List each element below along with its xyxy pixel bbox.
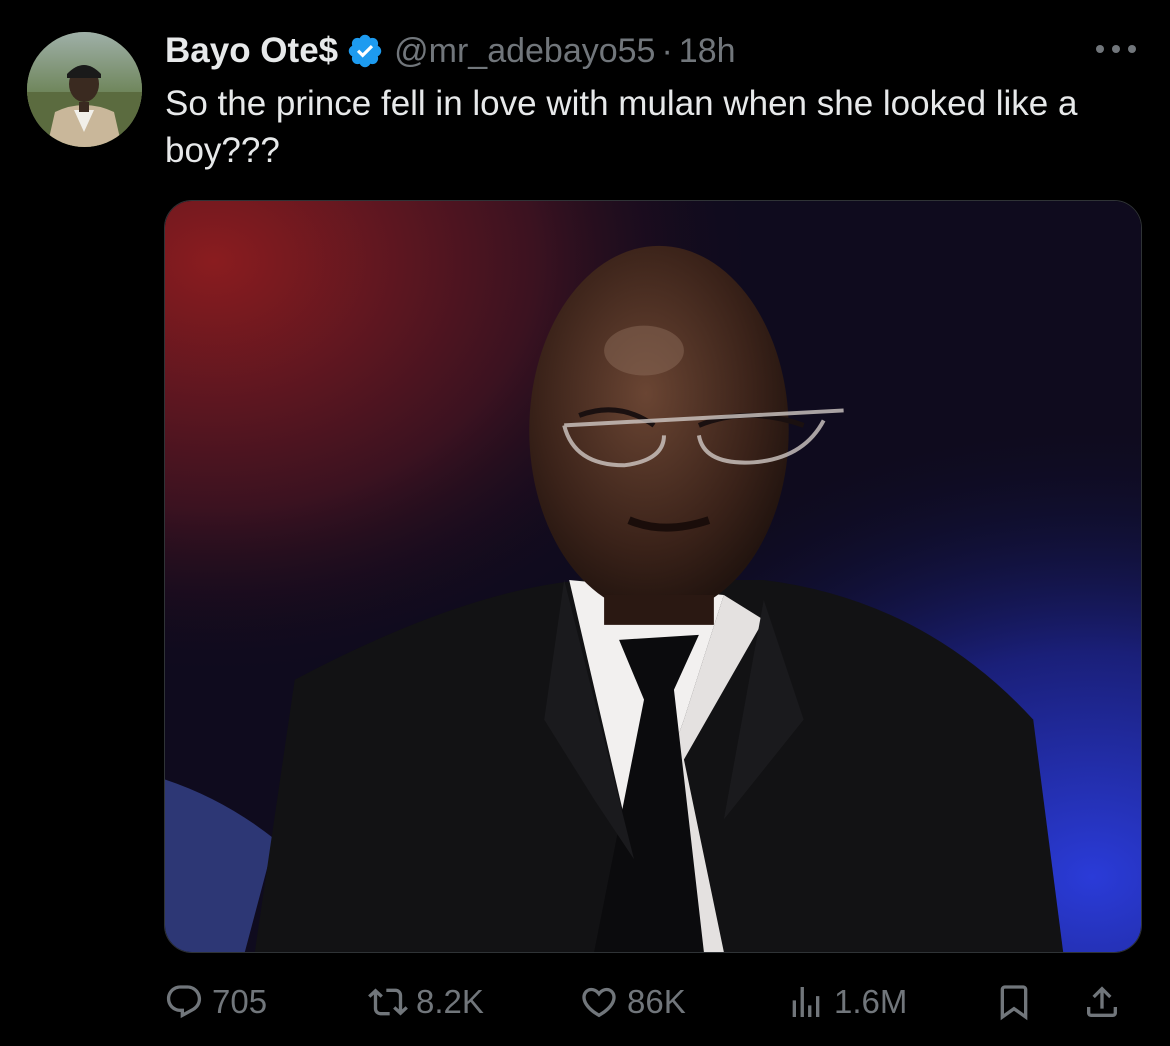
tweet-action-bar: 705 8.2K 86K 1.6M <box>164 975 1142 1029</box>
tweet-timestamp[interactable]: 18h <box>679 32 736 71</box>
video-frame-man-in-suit-icon <box>165 201 1141 952</box>
retweet-button[interactable]: 8.2K <box>368 975 484 1029</box>
share-button[interactable] <box>1082 975 1122 1029</box>
views-chart-icon <box>792 987 820 1017</box>
reply-icon <box>166 985 202 1019</box>
tweet-card[interactable]: Bayo Ote$ @mr_adebayo55 · 18h So the pri… <box>0 0 1170 1046</box>
tweet-text: So the prince fell in love with mulan wh… <box>165 84 1078 170</box>
more-dots-icon[interactable] <box>1094 38 1138 60</box>
retweet-icon <box>368 988 408 1016</box>
separator-dot: · <box>661 31 673 70</box>
user-avatar-icon <box>27 32 142 147</box>
author-handle[interactable]: @mr_adebayo55 <box>394 32 655 71</box>
tweet-media[interactable] <box>164 200 1142 953</box>
bookmark-icon <box>1000 985 1028 1021</box>
views-count: 1.6M <box>834 983 908 1020</box>
like-button[interactable]: 86K <box>579 975 686 1029</box>
heart-icon <box>582 987 616 1018</box>
bookmark-button[interactable] <box>994 975 1034 1029</box>
tweet-header: Bayo Ote$ @mr_adebayo55 · 18h <box>165 28 736 74</box>
reply-button[interactable]: 705 <box>164 975 267 1029</box>
retweet-count: 8.2K <box>416 983 484 1020</box>
views-button[interactable]: 1.6M <box>786 975 907 1029</box>
verified-badge-icon[interactable] <box>346 32 384 70</box>
share-icon <box>1087 986 1117 1017</box>
like-count: 86K <box>627 983 686 1020</box>
author-display-name[interactable]: Bayo Ote$ <box>165 31 338 71</box>
author-avatar[interactable] <box>27 32 142 147</box>
reply-count: 705 <box>212 983 268 1020</box>
